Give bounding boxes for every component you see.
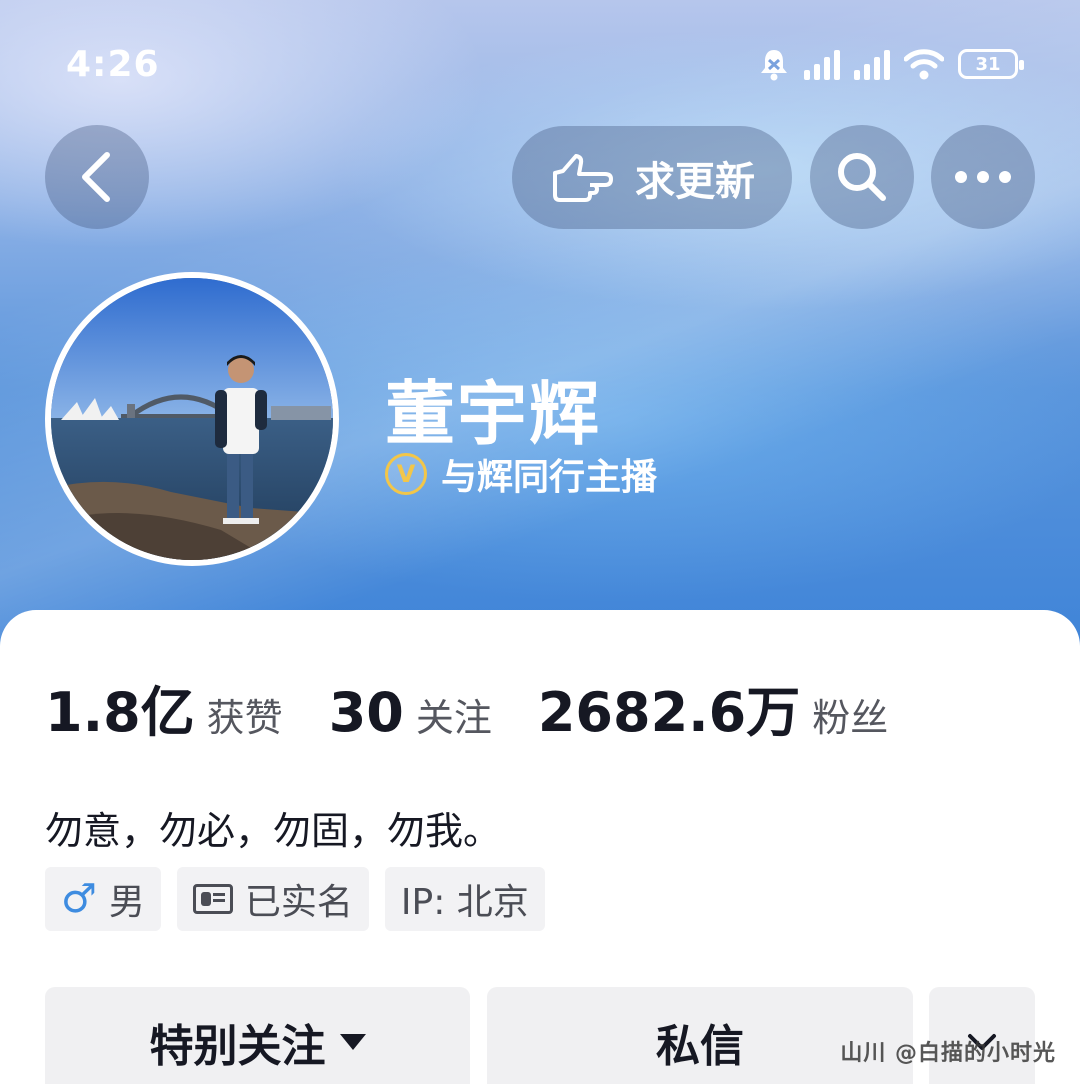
realname-text: 已实名 <box>244 882 353 923</box>
gender-tag: ♂ 男 <box>45 867 161 931</box>
stat-value: 2682.6万 <box>537 681 801 744</box>
stat-label: 关注 <box>415 696 492 740</box>
signal-1-icon <box>804 48 840 80</box>
stats-row: 1.8亿 获赞 30 关注 2682.6万 粉丝 <box>45 668 934 747</box>
profile-name: 董宇辉 <box>385 373 601 455</box>
bell-muted-icon <box>761 50 787 81</box>
avatar[interactable] <box>45 272 339 566</box>
more-dots-icon <box>955 171 1011 183</box>
more-button[interactable] <box>931 125 1035 229</box>
verification-line: V 与辉同行主播 <box>385 448 657 500</box>
avatar-photo <box>51 278 333 560</box>
stat-label: 粉丝 <box>812 696 889 740</box>
back-button[interactable] <box>45 125 149 229</box>
status-time: 4:26 <box>66 44 160 85</box>
request-update-label: 求更新 <box>635 158 755 205</box>
watermark: 山川 @白描的小时光 <box>840 1041 1056 1066</box>
stat-value: 30 <box>328 681 404 744</box>
verified-badge-icon: V <box>385 453 427 495</box>
profile-bio: 勿意，勿必，勿固，勿我。 <box>45 809 502 853</box>
stat-following[interactable]: 30 关注 <box>329 681 492 744</box>
stat-followers[interactable]: 2682.6万 粉丝 <box>538 668 888 747</box>
ip-tag: IP: 北京 <box>384 867 545 931</box>
signal-2-icon <box>854 48 890 80</box>
ip-text: IP: 北京 <box>400 882 529 923</box>
verification-text: 与辉同行主播 <box>441 457 658 498</box>
stat-value: 1.8亿 <box>45 681 195 744</box>
profile-tags: ♂ 男 已实名 IP: 北京 <box>45 867 545 931</box>
wifi-icon <box>904 49 944 80</box>
search-button[interactable] <box>810 125 914 229</box>
stat-label: 获赞 <box>206 696 283 740</box>
special-follow-button[interactable]: 特别关注 <box>45 987 470 1084</box>
gender-text: 男 <box>108 882 145 923</box>
id-card-icon <box>192 884 233 914</box>
message-label: 私信 <box>656 1021 744 1072</box>
chevron-left-icon <box>82 152 110 202</box>
battery-icon: 31 <box>958 49 1024 79</box>
realname-tag: 已实名 <box>176 867 369 931</box>
request-update-button[interactable]: 求更新 <box>512 126 792 229</box>
search-icon <box>838 153 886 201</box>
status-icons: 31 <box>758 44 1024 84</box>
battery-level: 31 <box>975 53 1001 75</box>
stat-likes[interactable]: 1.8亿 获赞 <box>45 668 283 747</box>
special-follow-label: 特别关注 <box>149 1021 326 1072</box>
male-icon: ♂ <box>61 876 97 922</box>
pointing-hand-icon <box>553 153 613 202</box>
caret-down-icon <box>339 1034 366 1050</box>
